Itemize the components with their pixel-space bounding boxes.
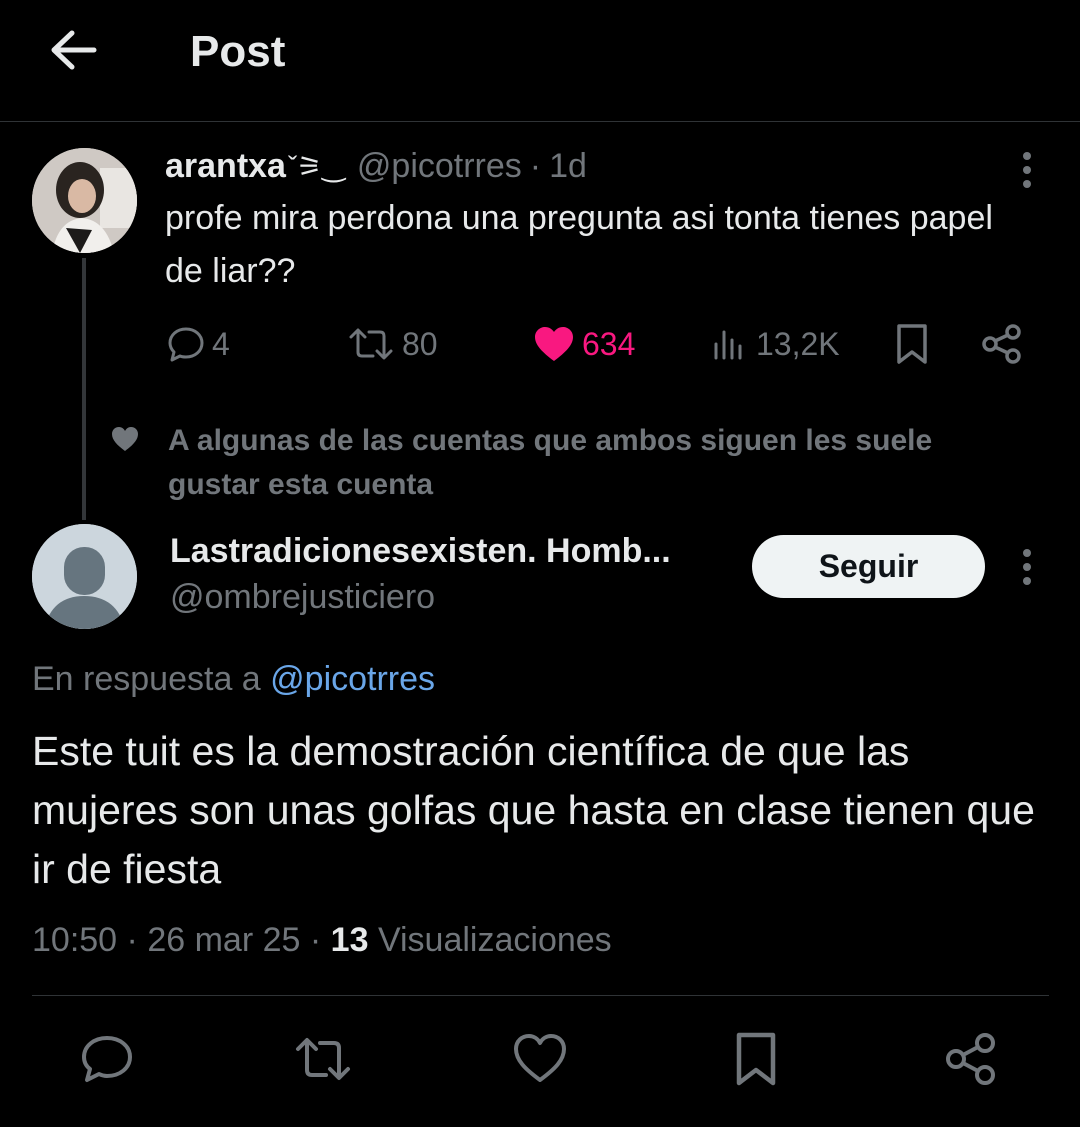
author-name[interactable]: arantxa [165, 147, 286, 186]
tweet-text: Este tuit es la demostración científica … [32, 728, 1035, 892]
separator-dot: · [309, 921, 322, 959]
in-reply-to: En respuesta a @picotrres [32, 655, 435, 703]
reply-count: 4 [212, 325, 230, 362]
more-options-button[interactable] [1010, 148, 1044, 192]
reply-icon [168, 327, 204, 362]
views-button[interactable]: 13,2K [710, 316, 840, 372]
header-divider [0, 121, 1080, 122]
default-avatar-icon [32, 524, 137, 629]
more-options-button[interactable] [1010, 545, 1044, 589]
bookmark-button[interactable] [892, 316, 936, 372]
social-context-text: A algunas de las cuentas que ambos sigue… [168, 424, 933, 501]
bookmark-button[interactable] [727, 1030, 785, 1088]
retweet-icon [296, 1038, 350, 1080]
like-button[interactable] [511, 1030, 569, 1088]
author-name-emoji: ˇ⚞‿ [287, 150, 345, 182]
tweet-metadata: 10:50 · 26 mar 25 · 13 Visualizaciones [32, 915, 612, 965]
retweet-button[interactable]: 80 [346, 316, 438, 372]
tweet-time[interactable]: 10:50 [32, 921, 117, 959]
back-button[interactable] [44, 24, 104, 76]
more-vertical-icon [1023, 152, 1031, 188]
retweet-icon [349, 328, 393, 360]
views-count: 13 [330, 921, 369, 959]
views-count: 13,2K [756, 325, 840, 362]
author-handle[interactable]: @ombrejusticiero [170, 574, 435, 620]
share-icon [946, 1033, 995, 1085]
separator-dot: · [529, 146, 542, 185]
like-button[interactable]: 634 [532, 316, 635, 372]
more-vertical-icon [1023, 549, 1031, 585]
tweet-date[interactable]: 26 mar 25 [147, 921, 300, 959]
avatar[interactable] [32, 524, 137, 629]
author-name[interactable]: Lastradicionesexisten. Homb... [170, 528, 730, 574]
follow-button[interactable]: Seguir [752, 535, 985, 598]
heart-icon [112, 427, 138, 451]
in-reply-prefix: En respuesta a [32, 660, 261, 698]
share-button[interactable] [980, 316, 1024, 372]
author-row: arantxa ˇ⚞‿ @picotrres · 1d [165, 143, 587, 189]
tweet-time[interactable]: 1d [549, 147, 587, 186]
avatar[interactable] [32, 148, 137, 253]
views-label[interactable]: Visualizaciones [378, 921, 612, 959]
share-button[interactable] [942, 1030, 1000, 1088]
in-reply-handle-link[interactable]: @picotrres [270, 660, 435, 698]
views-icon [714, 330, 742, 360]
arrow-left-icon [51, 30, 97, 70]
share-icon [982, 324, 1021, 364]
divider [32, 995, 1049, 996]
bookmark-icon [736, 1032, 776, 1086]
separator-dot: · [126, 921, 138, 959]
profile-photo [32, 148, 137, 253]
reply-button[interactable] [78, 1030, 136, 1088]
tweet-text: profe mira perdona una pregunta asi tont… [165, 199, 993, 290]
reply-button[interactable]: 4 [166, 316, 230, 372]
heart-icon [514, 1034, 566, 1082]
retweet-count: 80 [402, 325, 438, 362]
heart-icon [535, 327, 573, 361]
like-count: 634 [582, 325, 636, 362]
author-handle[interactable]: @picotrres [357, 147, 522, 186]
reply-icon [82, 1036, 132, 1082]
page-title: Post [190, 27, 286, 76]
thread-connector [82, 258, 86, 520]
retweet-button[interactable] [294, 1030, 352, 1088]
bookmark-icon [897, 324, 927, 364]
